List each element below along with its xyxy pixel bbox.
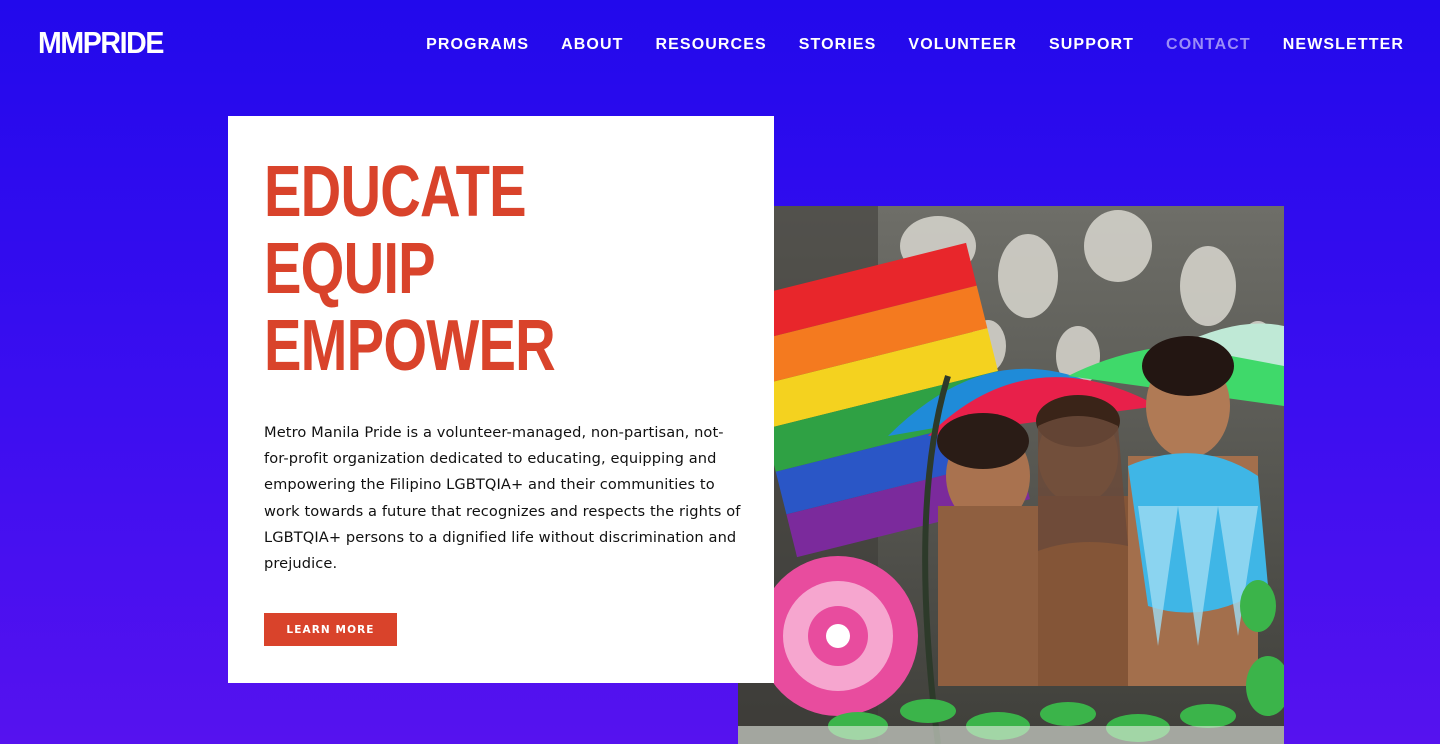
nav-volunteer[interactable]: VOLUNTEER — [908, 35, 1017, 55]
hero-headline: EDUCATE EQUIP EMPOWER — [264, 152, 556, 386]
nav-programs[interactable]: PROGRAMS — [426, 35, 529, 55]
nav-about[interactable]: ABOUT — [561, 35, 623, 55]
nav-contact[interactable]: CONTACT — [1166, 35, 1251, 55]
learn-more-button[interactable]: LEARN MORE — [264, 613, 397, 646]
hero-photo — [738, 206, 1284, 744]
nav-stories[interactable]: STORIES — [799, 35, 877, 55]
nav-newsletter[interactable]: NEWSLETTER — [1283, 35, 1404, 55]
site-header: MMPRIDE PROGRAMS ABOUT RESOURCES STORIES… — [0, 0, 1440, 92]
nav-resources[interactable]: RESOURCES — [656, 35, 767, 55]
main-nav: PROGRAMS ABOUT RESOURCES STORIES VOLUNTE… — [426, 35, 1404, 55]
headline-line-educate: EDUCATE — [264, 152, 527, 232]
nav-support[interactable]: SUPPORT — [1049, 35, 1134, 55]
headline-line-empower: EMPOWER — [264, 306, 556, 386]
site-logo[interactable]: MMPRIDE — [38, 27, 164, 59]
hero-card: EDUCATE EQUIP EMPOWER Metro Manila Pride… — [228, 116, 774, 683]
hero-description: Metro Manila Pride is a volunteer-manage… — [264, 424, 741, 573]
headline-line-equip: EQUIP — [264, 229, 436, 309]
